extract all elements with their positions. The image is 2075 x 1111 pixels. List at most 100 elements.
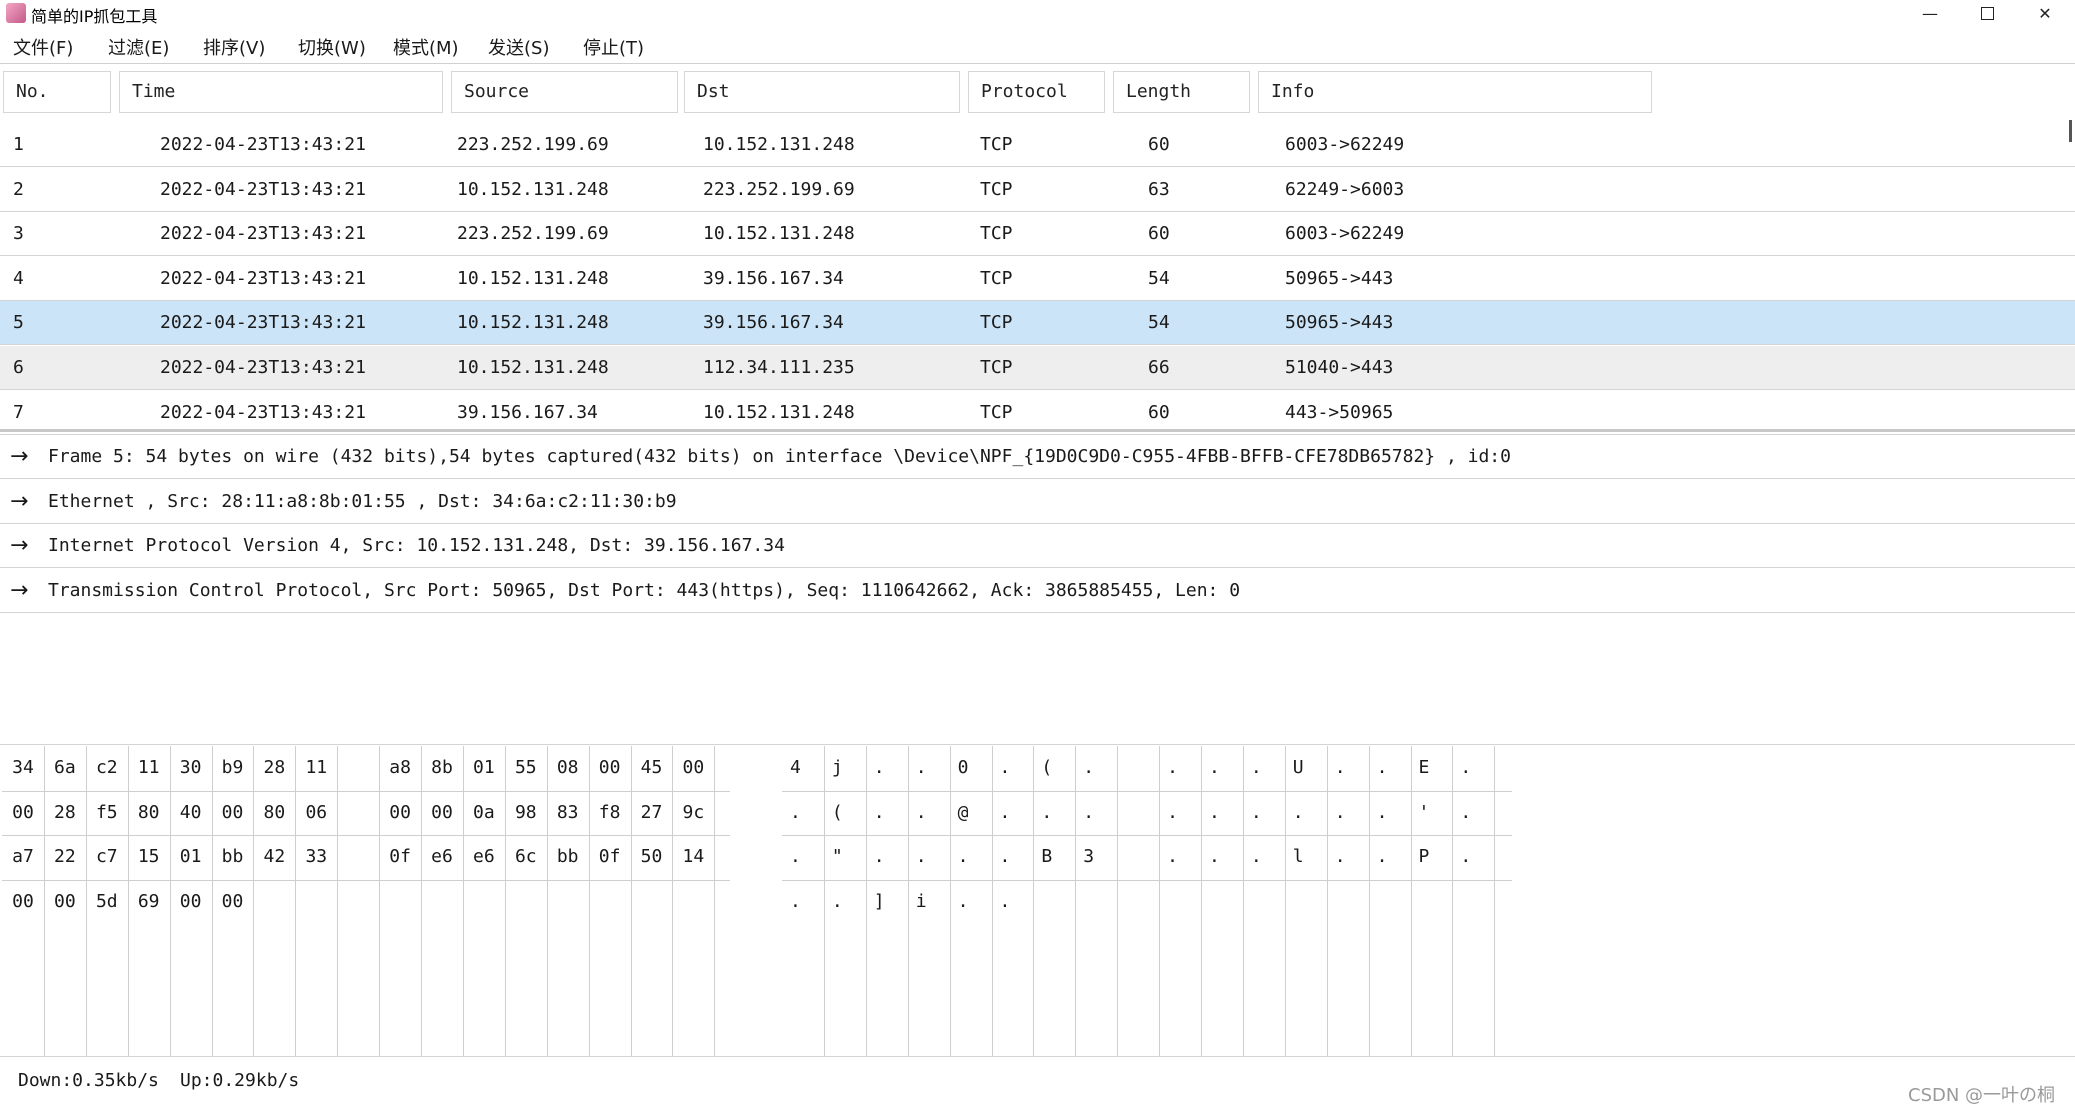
ascii-char: . (1376, 757, 1388, 778)
cell-no: 2 (13, 178, 24, 200)
title-bar: 简单的IP抓包工具 — ✕ (0, 0, 2075, 26)
hex-byte: 98 (514, 801, 537, 823)
table-row[interactable]: 4 2022-04-23T13:43:21 10.152.131.248 39.156… (0, 257, 2075, 301)
ascii-char: . (1292, 801, 1304, 823)
hex-byte: bb (221, 846, 244, 868)
hex-byte: 6a (54, 757, 76, 778)
column-header-source[interactable]: Source (451, 71, 678, 113)
ascii-char: . (1334, 801, 1346, 823)
cell-no: 3 (13, 223, 24, 245)
hex-byte: 28 (54, 801, 76, 823)
detail-line[interactable]: → Frame 5: 54 bytes on wire (432 bits),54… (0, 435, 2075, 479)
detail-line[interactable]: → Ethernet , Src: 28:11:a8:8b:01:55 , Dst… (0, 480, 2075, 524)
ascii-char: . (1334, 757, 1346, 778)
hex-byte: 0f (598, 846, 621, 868)
cell-protocol: TCP (980, 134, 1013, 155)
ascii-char: 0 (957, 757, 969, 778)
hex-byte: 5d (95, 890, 118, 912)
ascii-char: j (831, 757, 843, 778)
ascii-char: . (831, 890, 843, 912)
hex-byte: 11 (137, 757, 160, 778)
window-title: 简单的IP抓包工具 (31, 7, 158, 26)
cell-dst: 223.252.199.69 (703, 178, 855, 200)
cell-no: 4 (13, 267, 24, 289)
hex-byte: 00 (389, 801, 411, 823)
cell-time: 2022-04-23T13:43:21 (160, 312, 366, 334)
cell-no: 1 (13, 134, 24, 155)
column-header-no[interactable]: No. (3, 71, 111, 113)
hex-byte: 11 (305, 757, 328, 778)
hex-byte: 00 (179, 890, 202, 912)
hex-byte: 80 (263, 801, 286, 823)
cell-length: 60 (1148, 134, 1170, 155)
hex-byte: 40 (179, 801, 202, 823)
app-icon (6, 3, 26, 23)
cell-protocol: TCP (980, 401, 1013, 423)
cell-source: 39.156.167.34 (457, 401, 598, 423)
cell-time: 2022-04-23T13:43:21 (160, 223, 366, 245)
hex-byte: 08 (556, 757, 579, 778)
status-divider (0, 1056, 2075, 1057)
expand-arrow-icon[interactable]: → (10, 444, 28, 469)
expand-arrow-icon[interactable]: → (10, 489, 28, 514)
menu-sort[interactable]: 排序(V) (203, 34, 265, 60)
table-row[interactable]: 1 2022-04-23T13:43:21 223.252.199.69 10.152… (0, 123, 2075, 167)
ascii-char: 4 (790, 757, 801, 778)
ascii-char: . (1209, 757, 1220, 778)
table-row[interactable]: 2 2022-04-23T13:43:21 10.152.131.248 223.25… (0, 168, 2075, 212)
detail-text: Internet Protocol Version 4, Src: 10.152… (48, 535, 785, 557)
menu-send[interactable]: 发送(S) (488, 34, 549, 60)
pane-splitter[interactable] (0, 429, 2075, 432)
menu-mode[interactable]: 模式(M) (393, 34, 459, 60)
ascii-char: . (1083, 801, 1095, 823)
cell-protocol: TCP (980, 178, 1013, 200)
hex-byte: 00 (54, 890, 76, 912)
ascii-char: . (1460, 757, 1472, 778)
table-scrollbar[interactable] (2069, 120, 2072, 142)
cell-info: 62249->6003 (1285, 178, 1405, 200)
cell-dst: 112.34.111.235 (703, 357, 855, 378)
ascii-char: . (999, 890, 1011, 912)
cell-protocol: TCP (980, 312, 1013, 334)
menu-stop[interactable]: 停止(T) (583, 34, 644, 60)
hex-byte: c7 (95, 846, 118, 868)
detail-line[interactable]: → Transmission Control Protocol, Src Port… (0, 569, 2075, 613)
column-header-time[interactable]: Time (119, 71, 443, 113)
cell-time: 2022-04-23T13:43:21 (160, 134, 366, 155)
column-header-info[interactable]: Info (1258, 71, 1652, 113)
hex-byte: 00 (221, 890, 244, 912)
minimize-button[interactable]: — (1907, 0, 1953, 26)
cell-no: 6 (13, 357, 24, 378)
hex-byte: a8 (389, 757, 411, 778)
hex-byte: 83 (556, 801, 579, 823)
menu-file[interactable]: 文件(F) (13, 34, 73, 60)
menu-filter[interactable]: 过滤(E) (108, 34, 169, 60)
cell-info: 51040->443 (1285, 357, 1394, 378)
ascii-char: . (1083, 757, 1095, 778)
column-header-protocol[interactable]: Protocol (968, 71, 1105, 113)
ascii-char: . (1250, 846, 1262, 868)
ascii-char: . (790, 801, 801, 823)
detail-line[interactable]: → Internet Protocol Version 4, Src: 10.15… (0, 524, 2075, 569)
expand-arrow-icon[interactable]: → (10, 578, 28, 603)
expand-arrow-icon[interactable]: → (10, 533, 28, 558)
table-row[interactable]: 6 2022-04-23T13:43:21 10.152.131.248 112.34… (0, 346, 2075, 390)
table-row[interactable]: 3 2022-04-23T13:43:21 223.252.199.69 10.152… (0, 212, 2075, 257)
cell-dst: 39.156.167.34 (703, 267, 844, 289)
menu-switch[interactable]: 切换(W) (298, 34, 366, 60)
ascii-char: . (999, 757, 1011, 778)
maximize-button[interactable] (1964, 0, 2010, 26)
download-speed: Down:0.35kb/s (18, 1070, 159, 1091)
hex-byte: bb (556, 846, 579, 868)
table-row[interactable]: 7 2022-04-23T13:43:21 39.156.167.34 10.152.… (0, 391, 2075, 435)
table-row[interactable]: 5 2022-04-23T13:43:21 10.152.131.248 39.156… (0, 301, 2075, 346)
cell-info: 6003->62249 (1285, 134, 1405, 155)
ascii-char: . (1167, 801, 1178, 823)
close-button[interactable]: ✕ (2022, 0, 2068, 26)
column-header-length[interactable]: Length (1113, 71, 1250, 113)
cell-no: 5 (13, 312, 24, 334)
cell-protocol: TCP (980, 223, 1013, 245)
cell-time: 2022-04-23T13:43:21 (160, 401, 366, 423)
column-header-dst[interactable]: Dst (684, 71, 960, 113)
ascii-char: . (1167, 757, 1178, 778)
